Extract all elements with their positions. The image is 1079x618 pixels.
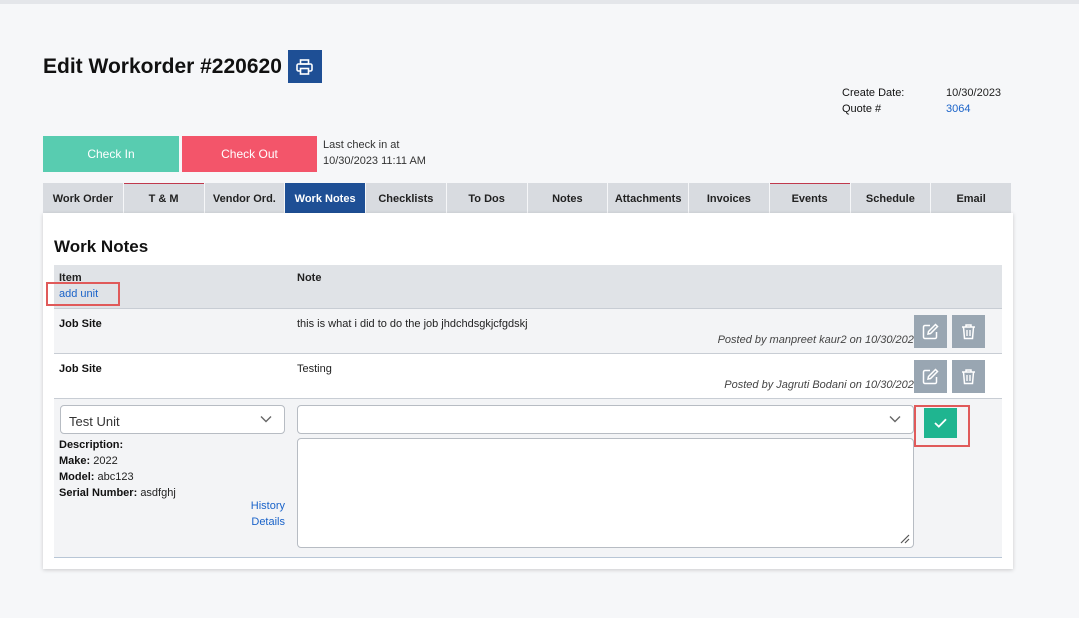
resize-grip-icon[interactable] xyxy=(900,534,910,544)
tab-notes[interactable]: Notes xyxy=(527,183,608,213)
serial-number-value: asdfghj xyxy=(140,487,176,499)
details-link[interactable]: Details xyxy=(251,516,285,528)
tab-schedule[interactable]: Schedule xyxy=(850,183,931,213)
model-label: Model: xyxy=(59,471,95,483)
row-posted-by: Posted by Jagruti Bodani on 10/30/2023 xyxy=(724,379,920,391)
model-value: abc123 xyxy=(97,471,134,483)
top-bar xyxy=(0,0,1079,4)
tab-checklists[interactable]: Checklists xyxy=(366,183,446,213)
work-notes-panel: Work Notes Item add unit Note Job Site t… xyxy=(43,213,1013,569)
work-notes-title: Work Notes xyxy=(54,237,149,256)
tab-vendor-orders[interactable]: Vendor Ord. xyxy=(204,183,285,213)
unit-details: Description: Make: 2022 Model: abc123 Se… xyxy=(59,437,176,501)
print-button[interactable] xyxy=(287,50,322,83)
edit-note-button[interactable] xyxy=(914,360,947,393)
tab-attachments[interactable]: Attachments xyxy=(608,183,688,213)
page-title: Edit Workorder #220620 xyxy=(43,54,282,78)
check-in-button[interactable]: Check In xyxy=(43,136,179,172)
check-out-button[interactable]: Check Out xyxy=(182,136,317,172)
tab-events[interactable]: Events xyxy=(769,183,850,213)
quote-label: Quote # xyxy=(842,103,882,115)
table-row: Job Site this is what i did to do the jo… xyxy=(54,309,1002,354)
row-posted-by: Posted by manpreet kaur2 on 10/30/2023 xyxy=(717,334,920,346)
create-date-value: 10/30/2023 xyxy=(946,87,1002,99)
tab-t-and-m[interactable]: T & M xyxy=(123,183,204,213)
title-row: Edit Workorder #220620 xyxy=(43,50,322,83)
save-note-button[interactable] xyxy=(924,408,957,438)
note-textarea[interactable] xyxy=(297,438,914,548)
delete-note-button[interactable] xyxy=(952,360,985,393)
workorder-meta: Create Date: 10/30/2023 Quote # 3064 xyxy=(842,85,1001,117)
delete-note-button[interactable] xyxy=(952,315,985,348)
printer-icon xyxy=(296,58,314,75)
column-header-note: Note xyxy=(297,272,322,284)
chevron-down-icon xyxy=(260,416,272,423)
tab-invoices[interactable]: Invoices xyxy=(689,183,769,213)
serial-number-label: Serial Number: xyxy=(59,487,138,499)
tab-work-order[interactable]: Work Order xyxy=(43,183,123,213)
make-label: Make: xyxy=(59,455,91,467)
last-check-value: 10/30/2023 11:11 AM xyxy=(323,155,426,167)
create-date-label: Create Date: xyxy=(842,87,905,99)
new-note-row: Test Unit Description: Make: 2022 Model:… xyxy=(54,399,1002,558)
unit-select-value: Test Unit xyxy=(69,414,120,429)
row-note: Testing xyxy=(297,363,332,375)
make-value: 2022 xyxy=(93,455,118,467)
tab-to-dos[interactable]: To Dos xyxy=(446,183,527,213)
last-check-label: Last check in at xyxy=(323,139,400,151)
edit-note-button[interactable] xyxy=(914,315,947,348)
tab-bar: Work Order T & M Vendor Ord. Work Notes … xyxy=(43,183,1011,213)
row-item: Job Site xyxy=(59,318,102,330)
table-header: Item add unit Note xyxy=(46,265,1002,309)
edit-icon xyxy=(922,368,939,385)
add-unit-highlight xyxy=(46,282,120,306)
description-label: Description: xyxy=(59,439,124,451)
history-link[interactable]: History xyxy=(251,500,285,512)
trash-icon xyxy=(962,324,975,340)
edit-icon xyxy=(922,323,939,340)
table-row: Job Site Testing Posted by Jagruti Bodan… xyxy=(54,354,1002,399)
last-check-in: Last check in at 10/30/2023 11:11 AM xyxy=(323,137,426,169)
unit-select[interactable]: Test Unit xyxy=(60,405,285,434)
tab-email[interactable]: Email xyxy=(931,183,1011,213)
note-template-select[interactable] xyxy=(297,405,914,434)
chevron-down-icon xyxy=(889,416,901,423)
tab-work-notes[interactable]: Work Notes xyxy=(285,183,365,213)
quote-link[interactable]: 3064 xyxy=(946,101,970,117)
work-notes-table: Item add unit Note Job Site this is what… xyxy=(46,265,1002,558)
check-icon xyxy=(934,418,947,428)
trash-icon xyxy=(962,369,975,385)
row-note: this is what i did to do the job jhdchds… xyxy=(297,318,528,330)
row-item: Job Site xyxy=(59,363,102,375)
